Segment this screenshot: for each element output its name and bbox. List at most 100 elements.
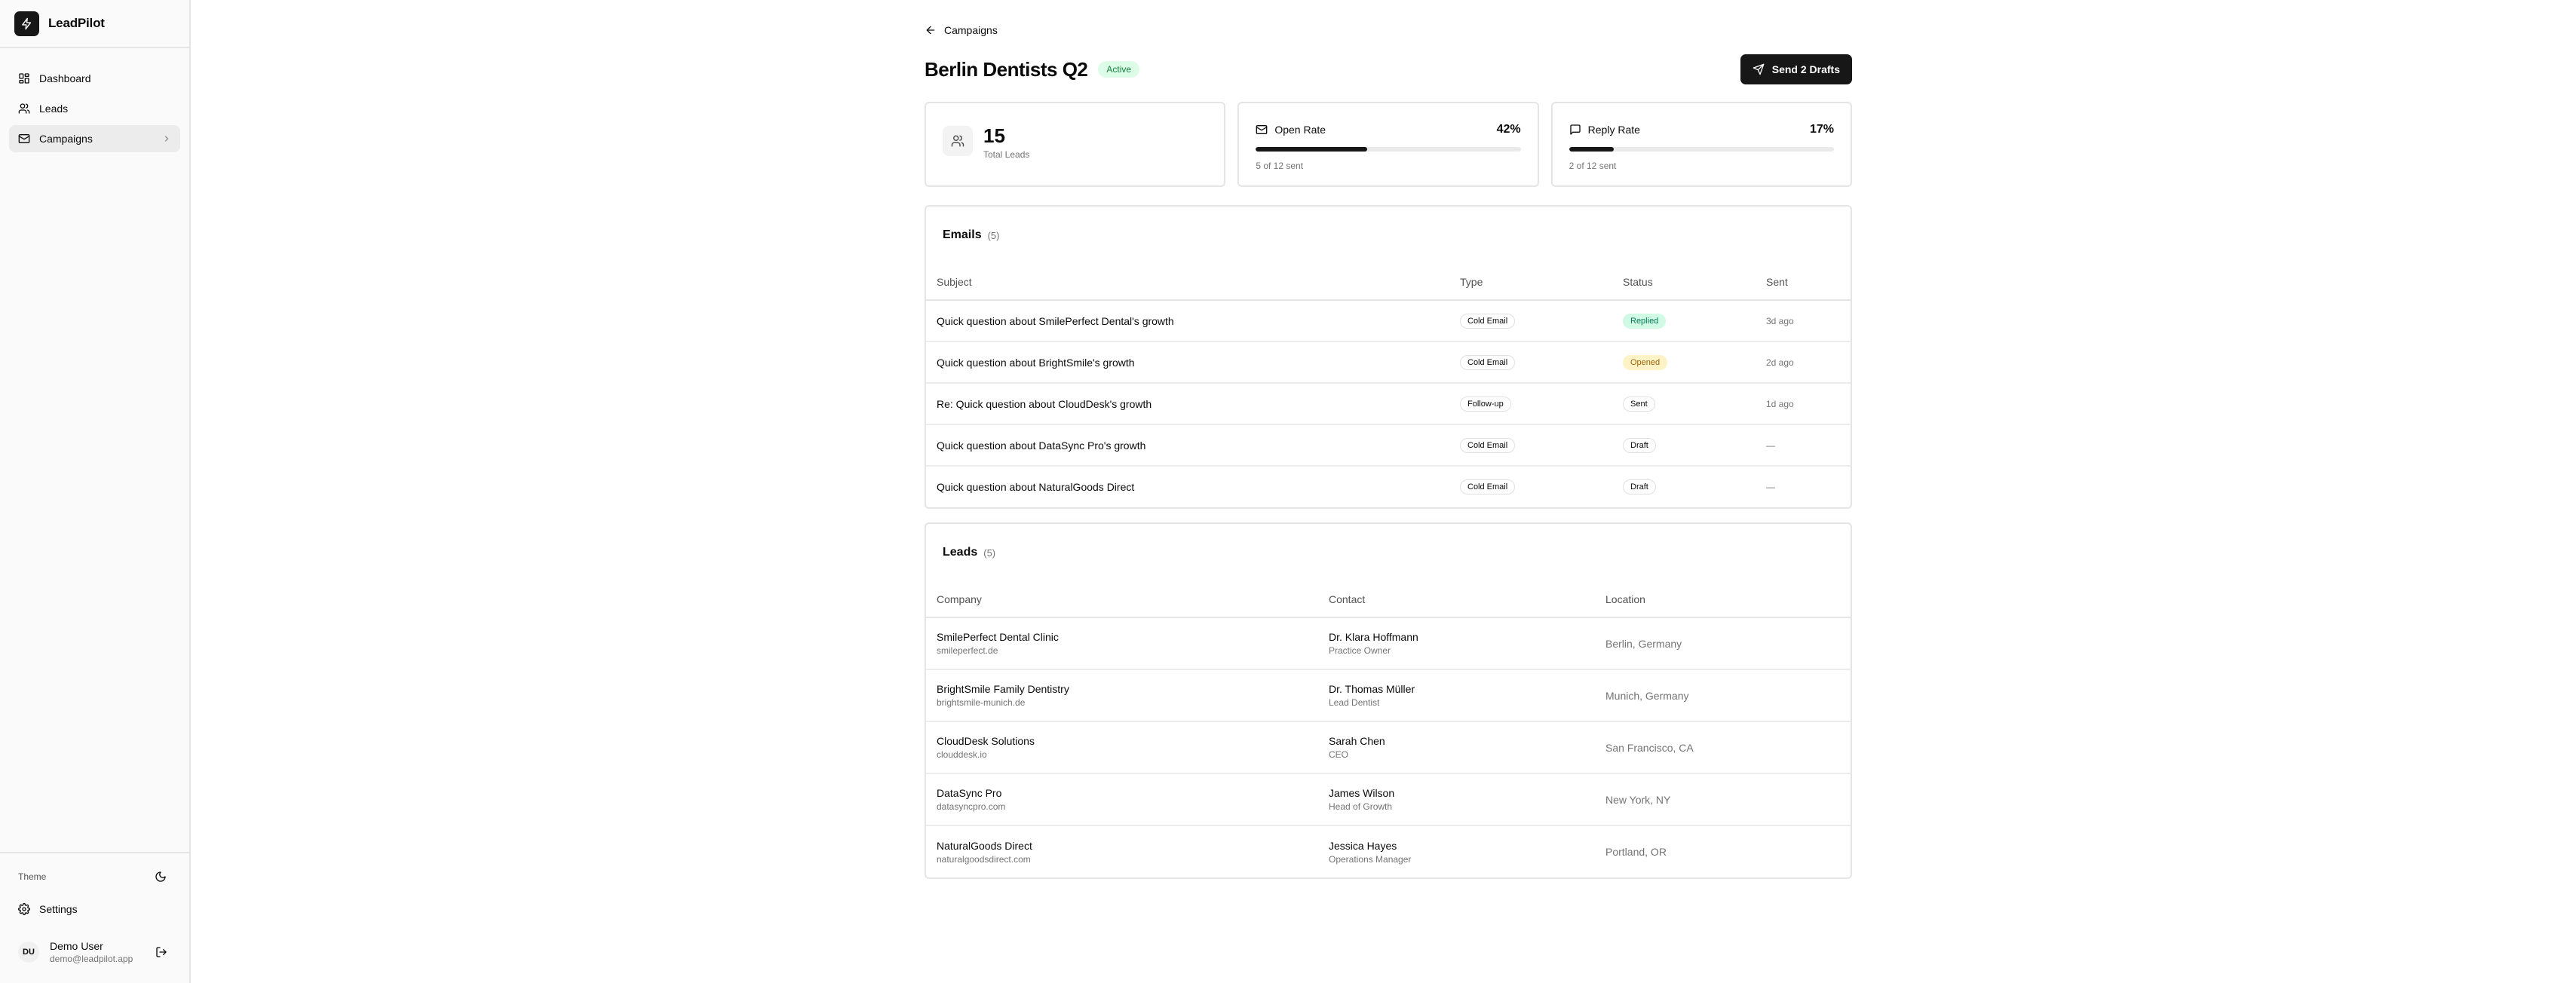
open-rate-label: Open Rate bbox=[1274, 124, 1326, 136]
type-badge: Follow-up bbox=[1460, 396, 1511, 412]
leads-title: Leads bbox=[943, 546, 978, 559]
sent-time: 2d ago bbox=[1756, 341, 1851, 384]
sidebar: LeadPilot Dashboard Leads Campaigns Them… bbox=[0, 0, 191, 983]
total-leads-label: Total Leads bbox=[983, 149, 1030, 160]
company-domain: brightsmile-munich.de bbox=[937, 697, 1026, 708]
leads-table: Company Contact Location SmilePerfect De… bbox=[926, 581, 1851, 877]
contact-role: CEO bbox=[1329, 749, 1349, 760]
mail-icon bbox=[18, 134, 30, 143]
lead-location: New York, NY bbox=[1595, 773, 1851, 826]
user-email: demo@leadpilot.app bbox=[50, 954, 133, 964]
reply-rate-label: Reply Rate bbox=[1587, 124, 1640, 136]
logout-icon bbox=[156, 947, 167, 957]
emails-table: Subject Type Status Sent Quick question … bbox=[926, 264, 1851, 507]
total-leads-value: 15 bbox=[983, 124, 1005, 147]
company-name: CloudDesk Solutions bbox=[937, 735, 1035, 747]
sent-time: — bbox=[1766, 482, 1775, 492]
type-badge: Cold Email bbox=[1460, 479, 1516, 495]
reply-rate-progress-fill bbox=[1569, 147, 1615, 152]
table-row[interactable]: DataSync Pro datasyncpro.com James Wilson… bbox=[926, 773, 1851, 826]
table-row[interactable]: Quick question about BrightSmile's growt… bbox=[926, 341, 1851, 384]
table-header-row: Company Contact Location bbox=[926, 581, 1851, 618]
open-rate-card: Open Rate 42% 5 of 12 sent bbox=[1237, 102, 1539, 187]
column-header[interactable]: Company bbox=[926, 581, 1318, 618]
contact-name: Sarah Chen bbox=[1329, 735, 1385, 747]
sidebar-footer: Theme Settings DU Demo User demo@leadpil… bbox=[0, 852, 189, 983]
column-header[interactable]: Contact bbox=[1318, 581, 1595, 618]
status-badge: Draft bbox=[1623, 437, 1656, 453]
column-header[interactable]: Subject bbox=[926, 264, 1449, 301]
theme-toggle-button[interactable] bbox=[150, 866, 171, 887]
brand[interactable]: LeadPilot bbox=[0, 0, 189, 48]
status-badge: Replied bbox=[1623, 313, 1667, 329]
contact-name: Dr. Klara Hoffmann bbox=[1329, 631, 1418, 643]
email-subject: Quick question about SmilePerfect Dental… bbox=[926, 300, 1449, 342]
sidebar-item-settings[interactable]: Settings bbox=[9, 896, 180, 923]
column-header[interactable]: Type bbox=[1449, 264, 1612, 301]
sidebar-item-label: Leads bbox=[39, 103, 69, 115]
mail-icon bbox=[1256, 125, 1268, 134]
column-header[interactable]: Sent bbox=[1756, 264, 1851, 301]
settings-label: Settings bbox=[39, 903, 78, 915]
table-row[interactable]: Quick question about SmilePerfect Dental… bbox=[926, 300, 1851, 342]
open-rate-progress bbox=[1256, 147, 1521, 152]
table-row[interactable]: SmilePerfect Dental Clinic smileperfect.d… bbox=[926, 617, 1851, 670]
send-icon bbox=[1753, 63, 1765, 75]
sent-time: 3d ago bbox=[1756, 300, 1851, 342]
column-header[interactable]: Status bbox=[1612, 264, 1756, 301]
sidebar-item-leads[interactable]: Leads bbox=[9, 95, 180, 122]
status-badge: Draft bbox=[1623, 479, 1656, 495]
sidebar-item-campaigns[interactable]: Campaigns bbox=[9, 125, 180, 152]
theme-row: Theme bbox=[9, 864, 180, 890]
type-badge: Cold Email bbox=[1460, 354, 1516, 370]
contact-role: Operations Manager bbox=[1329, 853, 1412, 865]
send-drafts-button[interactable]: Send 2 Drafts bbox=[1740, 54, 1852, 84]
email-subject: Quick question about DataSync Pro's grow… bbox=[926, 424, 1449, 467]
page-header: Berlin Dentists Q2 Active Send 2 Drafts bbox=[925, 54, 1852, 84]
type-badge: Cold Email bbox=[1460, 313, 1516, 329]
contact-name: Jessica Hayes bbox=[1329, 839, 1397, 852]
emails-card: Emails (5) Subject Type Status Sent Quic… bbox=[925, 205, 1852, 509]
table-row[interactable]: Re: Quick question about CloudDesk's gro… bbox=[926, 383, 1851, 425]
table-row[interactable]: NaturalGoods Direct naturalgoodsdirect.co… bbox=[926, 825, 1851, 877]
column-header[interactable]: Location bbox=[1595, 581, 1851, 618]
leads-count: (5) bbox=[983, 547, 996, 559]
avatar: DU bbox=[18, 942, 39, 963]
company-name: BrightSmile Family Dentistry bbox=[937, 683, 1069, 695]
stats-row: 15 Total Leads Open Rate 42% 5 of 12 sen… bbox=[925, 102, 1852, 187]
table-row[interactable]: CloudDesk Solutions clouddesk.io Sarah Ch… bbox=[926, 721, 1851, 774]
dashboard-icon bbox=[19, 73, 29, 84]
contact-name: Dr. Thomas Müller bbox=[1329, 683, 1415, 695]
sidebar-item-dashboard[interactable]: Dashboard bbox=[9, 65, 180, 92]
back-link-label: Campaigns bbox=[944, 24, 998, 36]
users-icon bbox=[943, 126, 973, 156]
email-subject: Quick question about BrightSmile's growt… bbox=[926, 341, 1449, 384]
open-rate-subtext: 5 of 12 sent bbox=[1256, 161, 1304, 171]
company-domain: clouddesk.io bbox=[937, 749, 987, 760]
back-to-campaigns-link[interactable]: Campaigns bbox=[925, 24, 998, 36]
sidebar-item-label: Dashboard bbox=[39, 72, 91, 84]
lead-location: Munich, Germany bbox=[1595, 669, 1851, 722]
company-domain: datasyncpro.com bbox=[937, 801, 1006, 812]
gear-icon bbox=[18, 903, 30, 915]
table-row[interactable]: BrightSmile Family Dentistry brightsmile-… bbox=[926, 669, 1851, 722]
table-row[interactable]: Quick question about DataSync Pro's grow… bbox=[926, 424, 1851, 467]
reply-rate-value: 17% bbox=[1809, 123, 1834, 136]
reply-rate-card: Reply Rate 17% 2 of 12 sent bbox=[1550, 102, 1852, 187]
sidebar-item-label: Campaigns bbox=[39, 133, 93, 145]
logout-button[interactable] bbox=[152, 942, 171, 962]
logo-icon bbox=[14, 11, 39, 36]
page-title: Berlin Dentists Q2 bbox=[925, 57, 1088, 81]
type-badge: Cold Email bbox=[1460, 437, 1516, 453]
reply-rate-progress bbox=[1569, 147, 1834, 152]
user-name: Demo User bbox=[50, 940, 103, 952]
open-rate-progress-fill bbox=[1256, 147, 1367, 152]
status-badge: Sent bbox=[1623, 396, 1655, 412]
table-row[interactable]: Quick question about NaturalGoods Direct… bbox=[926, 466, 1851, 507]
message-square-icon bbox=[1569, 124, 1581, 135]
status-badge: Opened bbox=[1623, 354, 1668, 370]
company-domain: smileperfect.de bbox=[937, 645, 998, 656]
moon-icon bbox=[155, 871, 166, 882]
company-name: DataSync Pro bbox=[937, 787, 1002, 799]
email-subject: Re: Quick question about CloudDesk's gro… bbox=[926, 383, 1449, 425]
